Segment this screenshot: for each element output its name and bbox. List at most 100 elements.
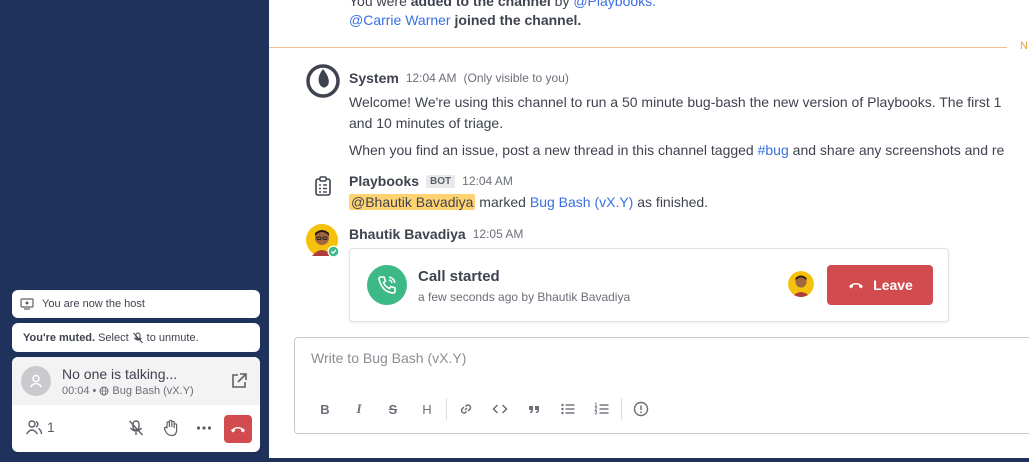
post-message: @Bhautik Bavadiya marked Bug Bash (vX.Y)… xyxy=(349,192,708,213)
avatar-image xyxy=(306,224,340,258)
added-by: by xyxy=(554,0,570,9)
leave-call-button[interactable] xyxy=(224,415,252,443)
call-channel: Bug Bash (vX.Y) xyxy=(112,384,194,397)
formatting-bar: B I S H 123 xyxy=(308,398,658,420)
post-author[interactable]: Bhautik Bavadiya xyxy=(349,226,466,242)
mic-off-icon xyxy=(128,420,144,436)
mattermost-logo-icon xyxy=(306,64,340,98)
italic-button[interactable]: I xyxy=(342,398,376,420)
talking-status: No one is talking... xyxy=(62,365,178,382)
call-card: Call started a few seconds ago by Bhauti… xyxy=(349,248,949,322)
new-messages-divider xyxy=(269,47,1007,48)
system-line-3-suffix: and share any screenshots and re xyxy=(792,142,1005,158)
message-input[interactable] xyxy=(311,350,811,366)
numbered-list-icon: 123 xyxy=(595,403,609,417)
code-icon xyxy=(492,404,508,414)
code-button[interactable] xyxy=(483,398,517,420)
user-icon xyxy=(29,374,43,388)
call-info: 00:04 • Bug Bash (vX.Y) xyxy=(62,385,194,397)
author-avatar[interactable] xyxy=(306,224,340,258)
bullet-list-icon xyxy=(561,403,575,415)
user-mention-highlight[interactable]: @Bhautik Bavadiya xyxy=(349,194,476,210)
call-widget-controls: 1 xyxy=(12,405,260,452)
system-line-2: and 10 minutes of triage. xyxy=(349,115,504,131)
leave-call-card-button[interactable]: Leave xyxy=(827,265,933,305)
call-subtitle: a few seconds ago by Bhautik Bavadiya xyxy=(418,290,631,304)
post-visibility: (Only visible to you) xyxy=(463,71,569,85)
hand-icon xyxy=(163,419,178,437)
speaker-avatar xyxy=(21,366,51,396)
mic-off-icon xyxy=(132,332,143,343)
system-line-3-prefix: When you find an issue, post a new threa… xyxy=(349,142,754,158)
quote-button[interactable] xyxy=(517,398,551,420)
muted-notice-select: Select xyxy=(98,331,129,344)
call-icon-wrap xyxy=(367,265,407,305)
playbooks-text-end: as finished. xyxy=(637,194,709,210)
carrie-mention-link[interactable]: @Carrie Warner xyxy=(349,12,451,28)
muted-notice-end: to unmute. xyxy=(146,331,199,344)
muted-notice: You're muted. Select to unmute. xyxy=(12,323,260,352)
raise-hand-button[interactable] xyxy=(162,419,180,442)
post-time[interactable]: 12:04 AM xyxy=(462,174,513,188)
bug-hashtag-link[interactable]: #bug xyxy=(758,142,789,158)
post-author[interactable]: System xyxy=(349,70,399,86)
call-widget: No one is talking... 00:04 • Bug Bash (v… xyxy=(12,357,260,452)
formatting-help-button[interactable] xyxy=(624,398,658,420)
host-notice: You are now the host xyxy=(12,290,260,318)
phone-hangup-icon xyxy=(231,427,245,433)
post-time[interactable]: 12:05 AM xyxy=(473,227,524,241)
bulleted-list-button[interactable] xyxy=(551,398,585,420)
call-participant-avatar xyxy=(788,271,814,297)
participants-icon xyxy=(25,420,43,435)
added-prefix: You were xyxy=(349,0,407,9)
call-duration: 00:04 xyxy=(62,384,90,397)
playbooks-mention-link[interactable]: @Playbooks. xyxy=(573,0,656,9)
playbooks-text-mid: marked xyxy=(479,194,526,210)
screen-icon xyxy=(20,298,34,310)
quote-icon xyxy=(529,406,539,413)
post-time[interactable]: 12:04 AM xyxy=(406,71,457,85)
phone-hangup-icon xyxy=(849,283,864,289)
new-messages-label: N xyxy=(1020,40,1028,52)
bot-badge: BOT xyxy=(426,174,456,188)
svg-text:3: 3 xyxy=(595,411,598,417)
joined-bold: joined the channel. xyxy=(454,12,582,28)
system-line-3: When you find an issue, post a new threa… xyxy=(349,140,1004,161)
system-message-joined: @Carrie Warner joined the channel. xyxy=(349,12,581,28)
popout-button[interactable] xyxy=(230,372,248,395)
numbered-list-button[interactable]: 123 xyxy=(585,398,619,420)
globe-icon xyxy=(99,386,109,395)
participants-count: 1 xyxy=(47,419,55,435)
link-icon xyxy=(460,404,472,414)
system-line-1: Welcome! We're using this channel to run… xyxy=(349,94,1002,110)
mute-button[interactable] xyxy=(127,419,145,442)
sidebar: You are now the host You're muted. Selec… xyxy=(0,0,269,462)
bold-button[interactable]: B xyxy=(308,398,342,420)
channel-view: You were added to the channel by @Playbo… xyxy=(269,0,1029,458)
clipboard-icon xyxy=(315,176,331,196)
muted-notice-bold: You're muted. xyxy=(23,331,96,344)
heading-button[interactable]: H xyxy=(410,398,444,420)
participants-button[interactable]: 1 xyxy=(25,419,55,435)
call-info-separator: • xyxy=(92,384,97,397)
added-bold: added to the channel xyxy=(410,0,551,9)
host-notice-text: You are now the host xyxy=(42,298,145,310)
playbook-run-link[interactable]: Bug Bash (vX.Y) xyxy=(530,194,634,210)
toolbar-divider xyxy=(621,398,622,420)
post-message: Welcome! We're using this channel to run… xyxy=(349,92,1004,161)
message-composer: B I S H 123 xyxy=(294,337,1029,434)
info-icon xyxy=(633,401,649,417)
call-widget-header: No one is talking... 00:04 • Bug Bash (v… xyxy=(12,357,260,405)
post-author[interactable]: Playbooks xyxy=(349,173,419,189)
leave-label: Leave xyxy=(873,277,913,293)
avatar-image xyxy=(788,271,814,297)
link-button[interactable] xyxy=(449,398,483,420)
strikethrough-button[interactable]: S xyxy=(376,398,410,420)
more-options-button[interactable] xyxy=(195,419,213,442)
system-message-added: You were added to the channel by @Playbo… xyxy=(349,0,656,9)
popout-icon xyxy=(232,373,247,388)
phone-call-icon xyxy=(378,276,396,294)
toolbar-divider xyxy=(446,398,447,420)
more-dots-icon xyxy=(196,426,212,430)
call-title: Call started xyxy=(418,268,500,285)
